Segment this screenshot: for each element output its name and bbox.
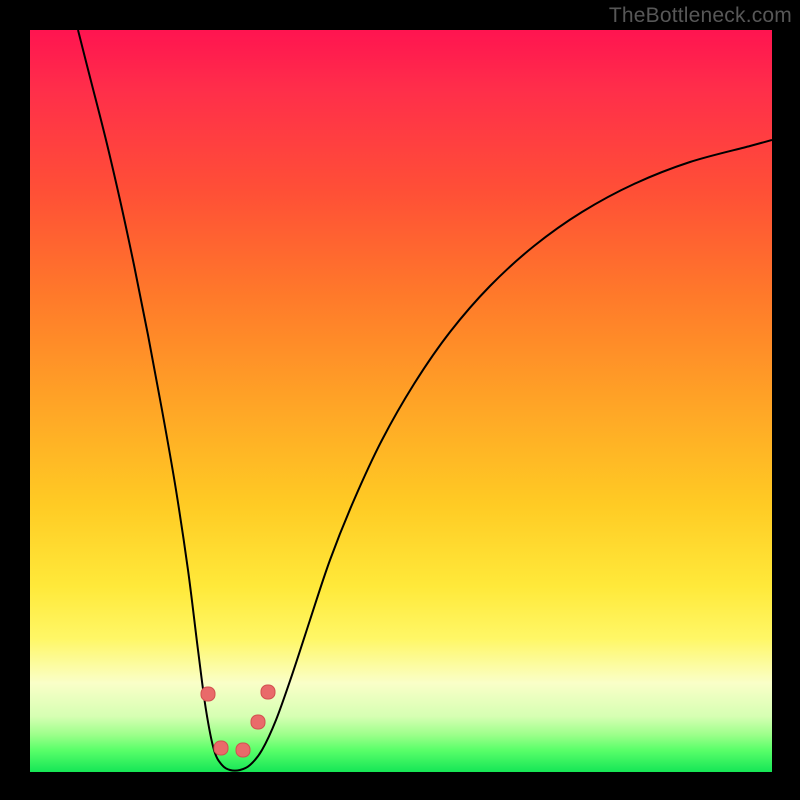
bottleneck-curve (78, 30, 772, 771)
curve-marker (251, 715, 265, 729)
curve-marker (214, 741, 228, 755)
watermark-text: TheBottleneck.com (609, 4, 792, 28)
curve-marker (261, 685, 275, 699)
chart-svg (30, 30, 772, 772)
curve-group (78, 30, 772, 771)
chart-plot-area (30, 30, 772, 772)
curve-marker (236, 743, 250, 757)
curve-marker (201, 687, 215, 701)
chart-frame: TheBottleneck.com (0, 0, 800, 800)
